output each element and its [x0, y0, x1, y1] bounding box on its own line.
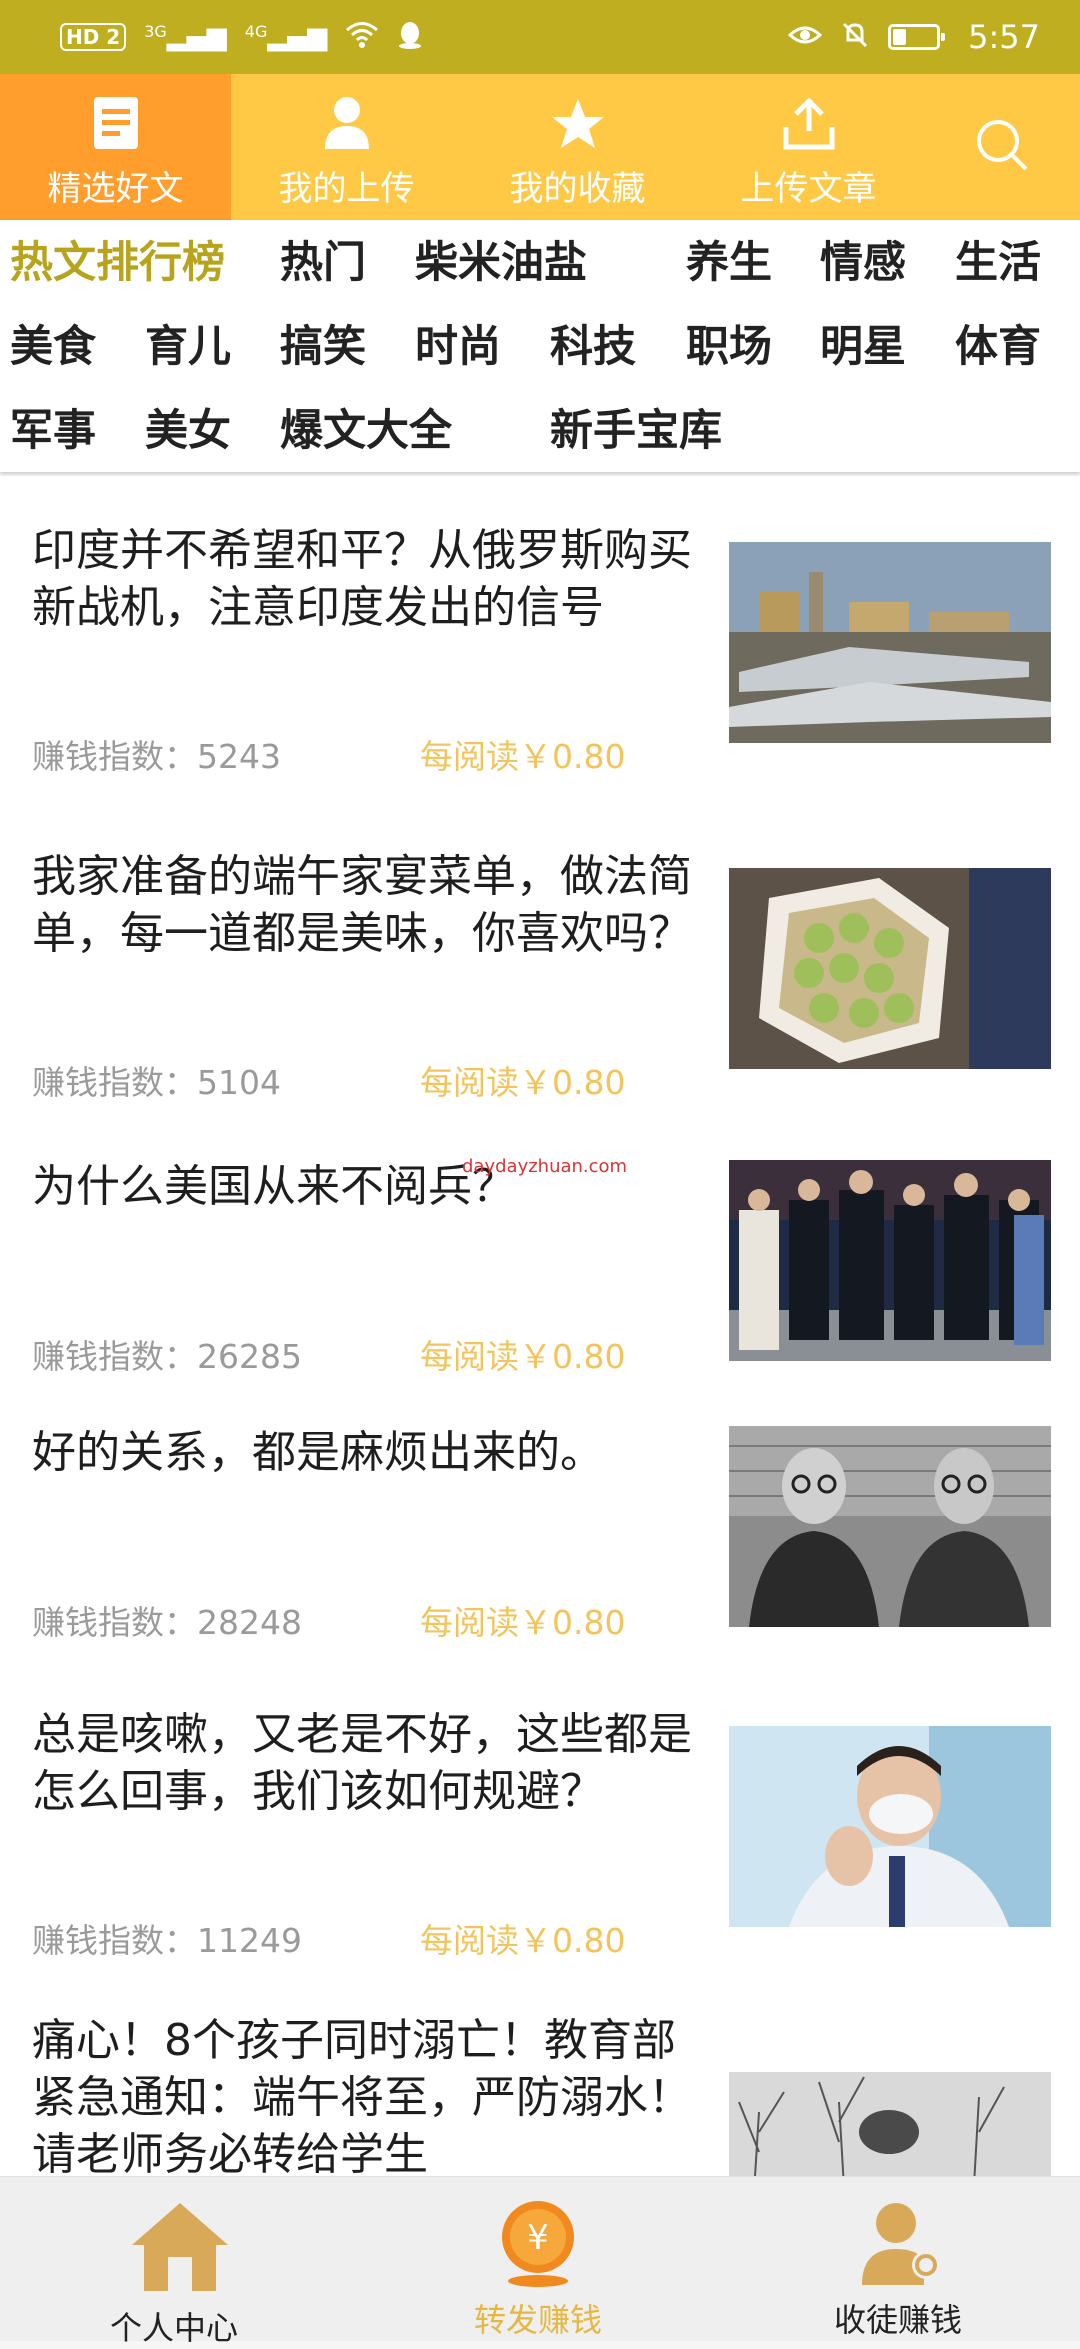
category-daily-life[interactable]: 柴米油盐	[415, 242, 587, 285]
tab-upload-article-label: 上传文章	[740, 168, 877, 209]
category-career[interactable]: 职场	[686, 326, 772, 369]
nav-personal-center-label: 个人中心	[110, 2309, 239, 2347]
battery-icon	[888, 24, 946, 50]
article-title: 好的关系，都是麻烦出来的。	[32, 1427, 604, 1478]
network-badge: HD 2	[60, 23, 127, 51]
category-tech[interactable]: 科技	[550, 326, 636, 369]
article-thumbnail	[729, 2072, 1051, 2176]
tab-favorites-label: 我的收藏	[509, 168, 646, 209]
reward-per-read: 每阅读￥0.80	[420, 1063, 626, 1102]
wifi-icon	[345, 21, 379, 54]
nav-share-earn-label: 转发赚钱	[474, 2301, 603, 2339]
earning-index: 赚钱指数：5104	[32, 1063, 281, 1102]
status-bar-right: 5:57	[787, 18, 1040, 56]
watermark: daydayzhuan.com	[462, 1156, 628, 1177]
mute-bell-icon	[840, 20, 870, 55]
earning-index: 赚钱指数：5243	[32, 737, 281, 776]
yuan-coin-icon: ¥	[490, 2197, 586, 2293]
category-parenting[interactable]: 育儿	[145, 326, 231, 369]
category-emotion[interactable]: 情感	[820, 242, 906, 285]
reward-per-read: 每阅读￥0.80	[420, 1921, 626, 1960]
article-title: 痛心！8个孩子同时溺亡！教育部紧急通知：端午将至，严防溺水！请老师务必转给学生	[32, 2015, 692, 2176]
nav-share-earn[interactable]: ¥ 转发赚钱	[450, 2177, 630, 2341]
signal-icon-2: 4G▂▄▆	[244, 22, 328, 52]
category-fashion[interactable]: 时尚	[415, 326, 501, 369]
tab-favorites[interactable]: 我的收藏	[462, 74, 693, 220]
star-icon	[550, 85, 606, 151]
svg-text:¥: ¥	[527, 2218, 549, 2258]
user-icon	[322, 85, 372, 151]
category-funny[interactable]: 搞笑	[280, 326, 366, 369]
top-tab-bar: 精选好文 我的上传 我的收藏 上传文章	[0, 74, 1080, 220]
earning-index: 赚钱指数：11249	[32, 1921, 302, 1960]
document-icon	[92, 85, 140, 151]
search-button[interactable]	[924, 74, 1080, 220]
clock: 5:57	[968, 18, 1040, 56]
article-item[interactable]: 印度并不希望和平？从俄罗斯购买新战机，注意印度发出的信号 赚钱指数：5243 每…	[0, 476, 1080, 804]
nav-recruit-earn[interactable]: 收徒赚钱	[810, 2177, 990, 2341]
article-thumbnail	[729, 1726, 1051, 1927]
article-item[interactable]: 痛心！8个孩子同时溺亡！教育部紧急通知：端午将至，严防溺水！请老师务必转给学生	[0, 1986, 1080, 2176]
eye-icon	[787, 23, 823, 52]
category-celebrity[interactable]: 明星	[820, 326, 906, 369]
category-bar: 热文排行榜 热门 柴米油盐 养生 情感 生活 美食 育儿 搞笑 时尚 科技 职场…	[0, 220, 1080, 472]
reward-per-read: 每阅读￥0.80	[420, 1603, 626, 1642]
article-thumbnail	[729, 1160, 1051, 1361]
tab-featured-label: 精选好文	[47, 168, 184, 209]
tab-my-uploads-label: 我的上传	[278, 168, 415, 209]
upload-icon	[782, 85, 836, 151]
signal-icon-1: 3G▂▄▆	[144, 22, 227, 52]
nav-recruit-earn-label: 收徒赚钱	[834, 2301, 963, 2339]
recruit-user-icon	[858, 2199, 948, 2293]
home-icon	[130, 2201, 230, 2297]
tab-my-uploads[interactable]: 我的上传	[231, 74, 462, 220]
category-beginner-guide[interactable]: 新手宝库	[550, 410, 722, 453]
category-popular[interactable]: 热门	[280, 242, 366, 285]
category-food[interactable]: 美食	[10, 326, 96, 369]
status-bar-left: HD 2 3G▂▄▆ 4G▂▄▆	[60, 20, 423, 55]
earning-index: 赚钱指数：26285	[32, 1337, 302, 1376]
category-life[interactable]: 生活	[955, 242, 1041, 285]
article-item[interactable]: 总是咳嗽，又老是不好，这些都是怎么回事，我们该如何规避？ 赚钱指数：11249 …	[0, 1660, 1080, 1988]
reward-per-read: 每阅读￥0.80	[420, 737, 626, 776]
article-thumbnail	[729, 1426, 1051, 1627]
category-sports[interactable]: 体育	[955, 326, 1041, 369]
nav-personal-center[interactable]: 个人中心	[90, 2177, 270, 2347]
article-item[interactable]: 好的关系，都是麻烦出来的。 赚钱指数：28248 每阅读￥0.80	[0, 1394, 1080, 1662]
article-title: 印度并不希望和平？从俄罗斯购买新战机，注意印度发出的信号	[32, 525, 692, 633]
earning-index: 赚钱指数：28248	[32, 1603, 302, 1642]
tab-upload-article[interactable]: 上传文章	[693, 74, 924, 220]
category-beauty[interactable]: 美女	[145, 410, 231, 453]
qq-icon	[397, 20, 423, 55]
article-title: 总是咳嗽，又老是不好，这些都是怎么回事，我们该如何规避？	[32, 1709, 692, 1817]
article-item[interactable]: 我家准备的端午家宴菜单，做法简单，每一道都是美味，你喜欢吗？ 赚钱指数：5104…	[0, 802, 1080, 1130]
category-hot-ranking[interactable]: 热文排行榜	[10, 242, 225, 285]
article-thumbnail	[729, 542, 1051, 743]
status-bar: HD 2 3G▂▄▆ 4G▂▄▆ 5:57	[0, 0, 1080, 74]
search-icon	[974, 117, 1030, 177]
article-title: 我家准备的端午家宴菜单，做法简单，每一道都是美味，你喜欢吗？	[32, 851, 692, 959]
bottom-navigation: 个人中心 ¥ 转发赚钱 收徒赚钱	[0, 2176, 1080, 2347]
category-viral-articles[interactable]: 爆文大全	[280, 410, 452, 453]
tab-featured[interactable]: 精选好文	[0, 74, 231, 220]
category-health[interactable]: 养生	[686, 242, 772, 285]
category-military[interactable]: 军事	[10, 410, 96, 453]
reward-per-read: 每阅读￥0.80	[420, 1337, 626, 1376]
article-thumbnail	[729, 868, 1051, 1069]
